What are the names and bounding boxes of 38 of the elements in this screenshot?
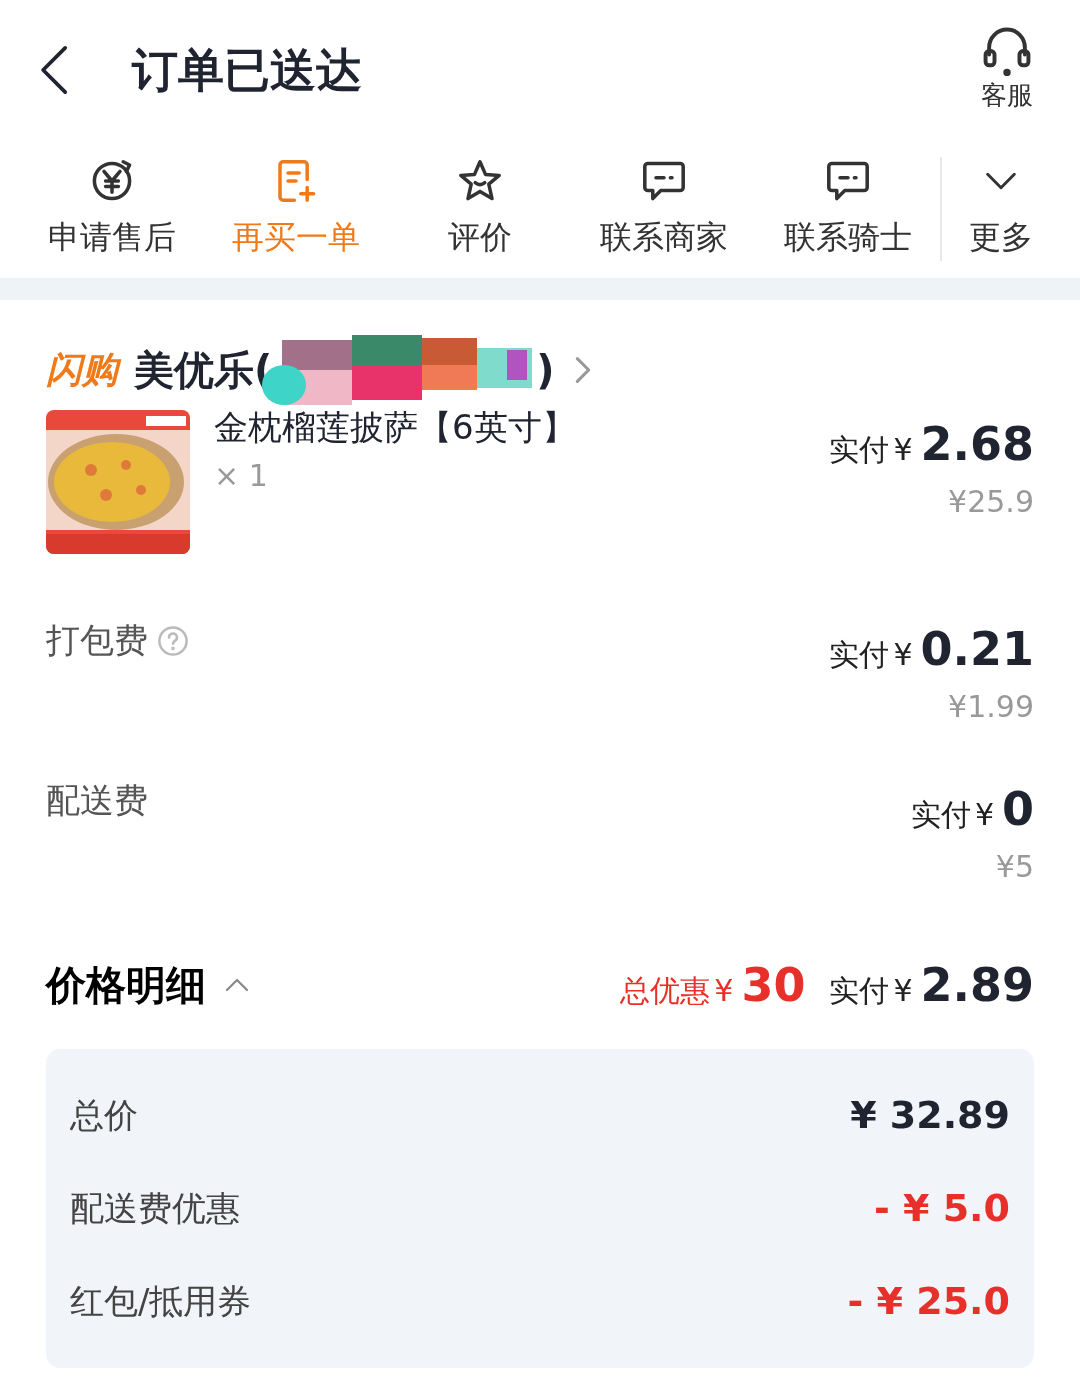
product-name: 金枕榴莲披萨【6英寸】: [214, 406, 577, 449]
paid-amount: 0: [1002, 781, 1034, 838]
original-price: ¥25.9: [948, 483, 1034, 521]
fee-currency: ¥: [893, 636, 913, 674]
fee-currency: ¥: [974, 796, 994, 834]
quantity: × 1: [214, 457, 269, 495]
item-paid-label: 实付: [829, 431, 890, 469]
action-button[interactable]: 申请售后: [20, 157, 204, 261]
discount-label: 总优惠: [620, 971, 711, 1010]
shop-name: ): [536, 346, 555, 395]
action-button[interactable]: 联系骑士: [756, 157, 940, 261]
summary-paid-label: 实付: [829, 971, 890, 1010]
action-button[interactable]: 联系商家: [572, 157, 756, 261]
fee-paid-label: 实付: [910, 796, 971, 834]
fee-label: 打包费: [46, 619, 148, 662]
paid-amount: 0.21: [920, 621, 1034, 678]
paid-amount: 2.68: [920, 416, 1034, 473]
discount-currency: ¥: [714, 971, 734, 1010]
paid-total: 2.89: [920, 956, 1034, 1014]
fee-paid-label: 实付: [829, 636, 890, 674]
breakdown-label: 总价: [70, 1094, 138, 1137]
breakdown-amount: - ¥ 25.0: [847, 1278, 1010, 1325]
price-detail-toggle[interactable]: 价格明细: [46, 955, 252, 1015]
discount-amount: 30: [741, 956, 806, 1014]
fee-label: 配送费: [46, 779, 148, 822]
breakdown-label: 配送费优惠: [70, 1187, 240, 1230]
original-price: ¥1.99: [948, 688, 1034, 726]
page-title: 订单已送达: [132, 41, 362, 99]
customer-service-button[interactable]: 客服: [980, 25, 1034, 115]
action-button[interactable]: 评价: [388, 157, 572, 261]
more-button[interactable]: 更多: [940, 157, 1060, 261]
breakdown-label: 红包/抵用券: [70, 1280, 252, 1323]
item-currency: ¥: [893, 431, 913, 469]
original-price: ¥5: [995, 848, 1034, 886]
summary-currency: ¥: [893, 971, 913, 1010]
help-icon[interactable]: [156, 623, 190, 658]
breakdown-amount: ¥ 32.89: [850, 1092, 1010, 1139]
breakdown-amount: - ¥ 5.0: [874, 1185, 1010, 1232]
